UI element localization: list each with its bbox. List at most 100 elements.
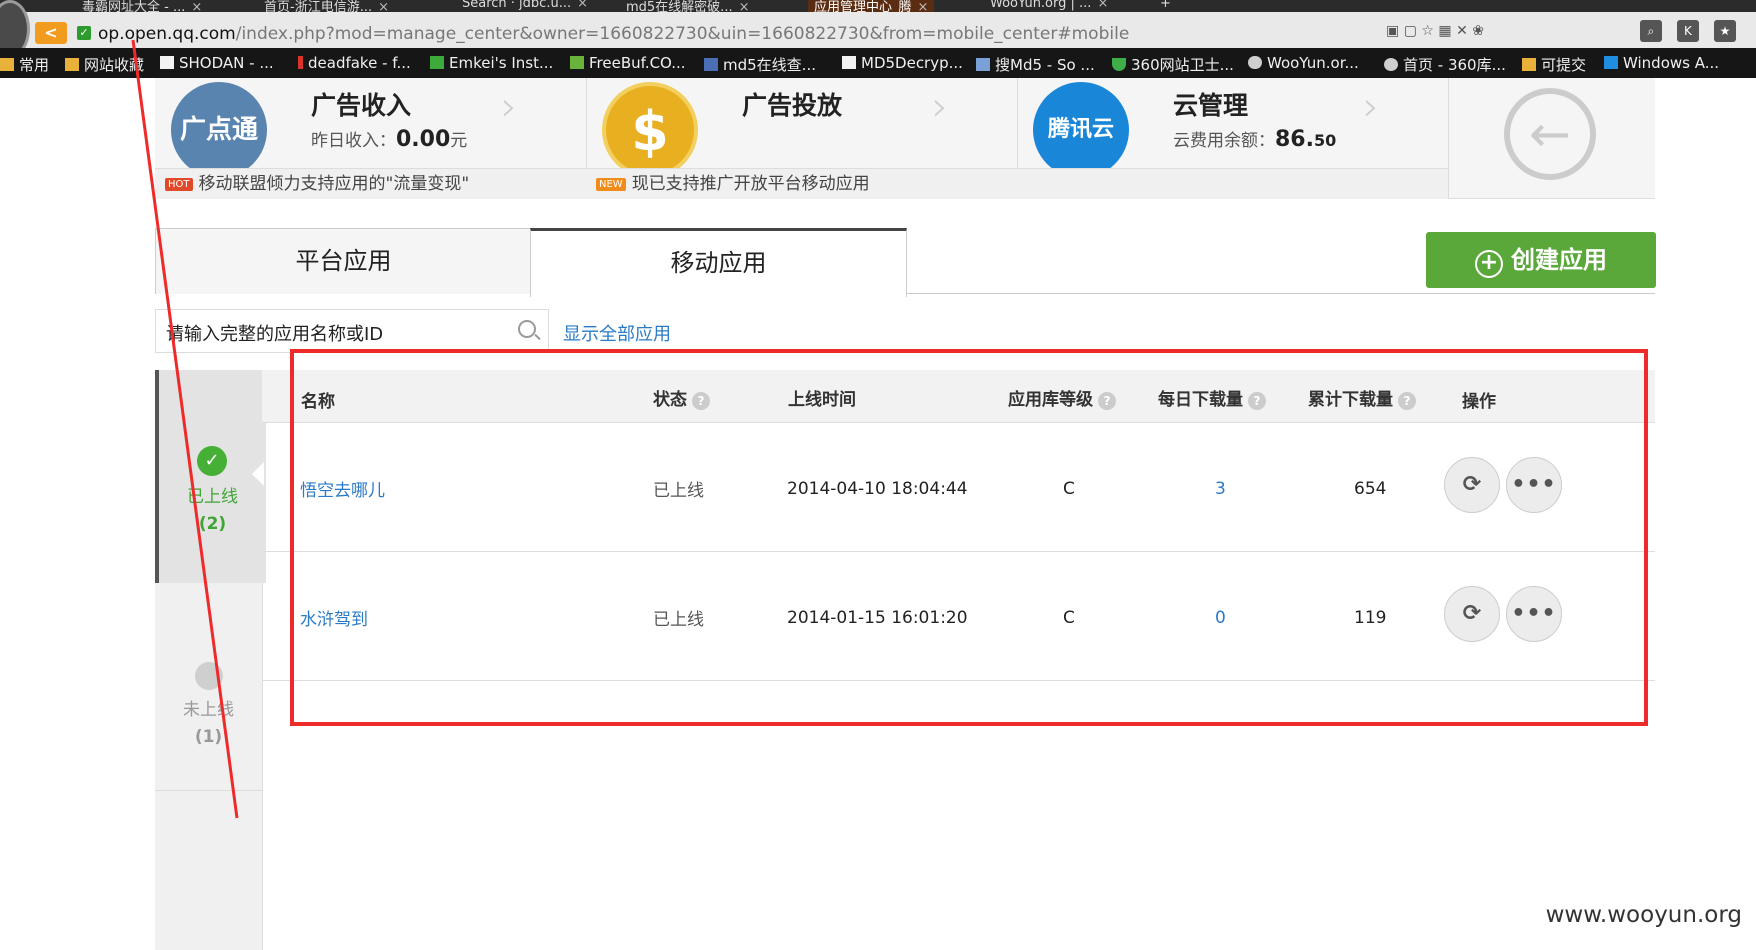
secure-check-icon: ✓ bbox=[77, 26, 91, 40]
bookmark-item[interactable]: WooYun.or... bbox=[1248, 54, 1359, 72]
folder-icon bbox=[0, 58, 14, 71]
tab-label: md5在线解密破... bbox=[626, 0, 733, 12]
watermark-text: www.wooyun.org bbox=[1545, 902, 1742, 928]
tab-label: 首页-浙江电信游... bbox=[264, 0, 373, 12]
card-footer[interactable]: NEW 现已支持推广开放平台移动应用 bbox=[586, 168, 1017, 199]
grid-icon[interactable]: ▦ bbox=[1438, 23, 1451, 39]
bookmark-item[interactable]: md5在线查... bbox=[704, 54, 816, 75]
close-icon[interactable]: × bbox=[1097, 0, 1108, 11]
sidebar-item-online[interactable]: ✓ 已上线 (2) bbox=[155, 370, 266, 583]
balance-decimal: 50 bbox=[1313, 131, 1337, 150]
tab-label: Search · jdbc.u... bbox=[462, 0, 572, 11]
star-icon bbox=[1384, 58, 1398, 71]
bar-icon bbox=[298, 56, 303, 69]
card-ad-placement[interactable]: $ 广告投放 › NEW 现已支持推广开放平台移动应用 bbox=[586, 78, 1018, 199]
close-icon[interactable]: ✕ bbox=[1456, 23, 1468, 39]
browser-tab-bar: 毒霸网址大全 - ... × 首页-浙江电信游... × Search · jdbc… bbox=[0, 0, 1756, 12]
bookmark-item[interactable]: 网站收藏 bbox=[65, 54, 144, 75]
leaf-icon bbox=[430, 56, 444, 69]
bookmark-item[interactable]: 可提交 bbox=[1522, 54, 1586, 75]
bookmark-item[interactable]: Emkei's Inst... bbox=[430, 54, 553, 72]
paw-icon[interactable]: ❀ bbox=[1472, 23, 1484, 39]
income-label: 昨日收入： bbox=[311, 131, 396, 151]
create-app-button[interactable]: + 创建应用 bbox=[1426, 232, 1656, 288]
card-title: 云管理 bbox=[1173, 91, 1249, 120]
browser-tab[interactable]: Search · jdbc.u... × bbox=[462, 0, 588, 12]
annotation-highlight-box bbox=[290, 349, 1648, 726]
bookmark-item[interactable]: 搜Md5 - So ... bbox=[976, 54, 1095, 75]
card-subtitle: 云费用余额：86.50 bbox=[1173, 126, 1336, 152]
bookmark-label: 可提交 bbox=[1541, 56, 1587, 74]
guangdiantong-logo-icon: 广点通 bbox=[171, 82, 267, 178]
sidebar-item-offline-label[interactable]: 未上线 bbox=[155, 695, 262, 720]
bookmark-item[interactable]: FreeBuf.CO... bbox=[570, 54, 686, 72]
chevron-right-icon: › bbox=[1363, 84, 1379, 130]
translate-icon[interactable]: ▣ bbox=[1386, 23, 1399, 39]
bookmark-item[interactable]: 首页 - 360库... bbox=[1384, 54, 1506, 75]
service-cards: 广点通 广告收入 昨日收入：0.00元 › HOT 移动联盟倾力支持应用的"流量变… bbox=[155, 78, 1655, 199]
grid-icon bbox=[704, 58, 718, 71]
extension-icon[interactable]: K bbox=[1676, 20, 1699, 42]
new-tab-button[interactable]: + bbox=[1160, 0, 1171, 12]
bookmark-item[interactable]: deadfake - f... bbox=[298, 54, 411, 72]
tab-platform-apps[interactable]: 平台应用 bbox=[155, 228, 532, 294]
bookmark-item[interactable]: 常用 bbox=[0, 54, 49, 75]
sidebar-divider bbox=[155, 790, 262, 791]
clock-icon bbox=[195, 662, 223, 690]
browser-tab[interactable]: 首页-浙江电信游... × bbox=[264, 0, 389, 12]
favorite-icon[interactable]: ★ bbox=[1714, 20, 1736, 42]
bookmark-label: 首页 - 360库... bbox=[1403, 56, 1506, 74]
bookmark-item[interactable]: MD5Decryp... bbox=[842, 54, 963, 72]
card-ad-income[interactable]: 广点通 广告收入 昨日收入：0.00元 › HOT 移动联盟倾力支持应用的"流量变… bbox=[155, 78, 587, 199]
bookmark-label: 网站收藏 bbox=[84, 56, 145, 74]
balance-value: 86. bbox=[1275, 127, 1314, 152]
card-back[interactable]: ← bbox=[1448, 78, 1655, 198]
app-search-input[interactable]: 请输入完整的应用名称或ID bbox=[155, 309, 549, 353]
dollar-coin-icon: $ bbox=[602, 82, 698, 178]
close-icon[interactable]: × bbox=[918, 0, 929, 12]
search-icon[interactable] bbox=[518, 320, 536, 338]
folder-icon bbox=[1522, 58, 1536, 71]
new-badge: NEW bbox=[596, 178, 626, 191]
address-bar: < ✓ op.open.qq.com/index.php?mod=manage_… bbox=[0, 0, 1756, 58]
bookmark-item[interactable]: SHODAN - ... bbox=[160, 54, 274, 72]
bookmark-label: 搜Md5 - So ... bbox=[995, 56, 1095, 74]
card-cloud-management[interactable]: 腾讯云 云管理 云费用余额：86.50 › bbox=[1017, 78, 1449, 199]
card-footer-text: 现已支持推广开放平台移动应用 bbox=[631, 174, 870, 194]
search-icon[interactable]: ⌕ bbox=[1639, 20, 1662, 42]
bookmark-label: 常用 bbox=[19, 56, 50, 74]
bookmark-item[interactable]: Windows A... bbox=[1604, 54, 1719, 72]
back-button[interactable]: < bbox=[35, 22, 67, 44]
browser-tab-active[interactable]: 应用管理中心_腾 × bbox=[808, 0, 935, 12]
star-icon[interactable]: ☆ bbox=[1421, 23, 1434, 39]
browser-tab[interactable]: md5在线解密破... × bbox=[626, 0, 750, 12]
tab-mobile-apps[interactable]: 移动应用 bbox=[530, 228, 907, 297]
bookmark-label: MD5Decryp... bbox=[861, 54, 963, 72]
screenshot-icon[interactable]: ▢ bbox=[1404, 23, 1417, 39]
back-arrow-icon[interactable]: ← bbox=[1504, 88, 1596, 180]
tab-label: WooYun.org | ... bbox=[990, 0, 1092, 11]
close-icon[interactable]: × bbox=[378, 0, 389, 12]
card-title: 广告投放 bbox=[742, 91, 843, 120]
card-title: 广告收入 bbox=[311, 91, 412, 120]
card-footer bbox=[1017, 168, 1448, 199]
show-all-apps-link[interactable]: 显示全部应用 bbox=[563, 320, 671, 346]
url-field[interactable]: ✓ op.open.qq.com/index.php?mod=manage_ce… bbox=[72, 20, 1672, 46]
shield-icon bbox=[1112, 58, 1126, 71]
close-icon[interactable]: × bbox=[191, 0, 202, 12]
bookmark-label: Emkei's Inst... bbox=[449, 54, 554, 72]
close-icon[interactable]: × bbox=[739, 0, 750, 12]
browser-tab[interactable]: 毒霸网址大全 - ... × bbox=[82, 0, 202, 12]
hot-badge: HOT bbox=[165, 178, 193, 191]
card-footer[interactable]: HOT 移动联盟倾力支持应用的"流量变现" bbox=[155, 168, 586, 199]
status-sidebar: ✓ 已上线 (2) 未上线 (1) bbox=[155, 370, 266, 950]
url-host: op.open.qq.com bbox=[98, 24, 236, 44]
bookmark-item[interactable]: 360网站卫士... bbox=[1112, 54, 1234, 75]
bookmark-label: FreeBuf.CO... bbox=[589, 54, 686, 72]
bookmark-label: 360网站卫士... bbox=[1131, 56, 1234, 74]
browser-tab[interactable]: WooYun.org | ... × bbox=[990, 0, 1108, 12]
bookmark-label: md5在线查... bbox=[723, 56, 816, 74]
search-placeholder: 请输入完整的应用名称或ID bbox=[166, 324, 384, 345]
close-icon[interactable]: × bbox=[577, 0, 588, 11]
tab-label: 毒霸网址大全 - ... bbox=[82, 0, 186, 12]
